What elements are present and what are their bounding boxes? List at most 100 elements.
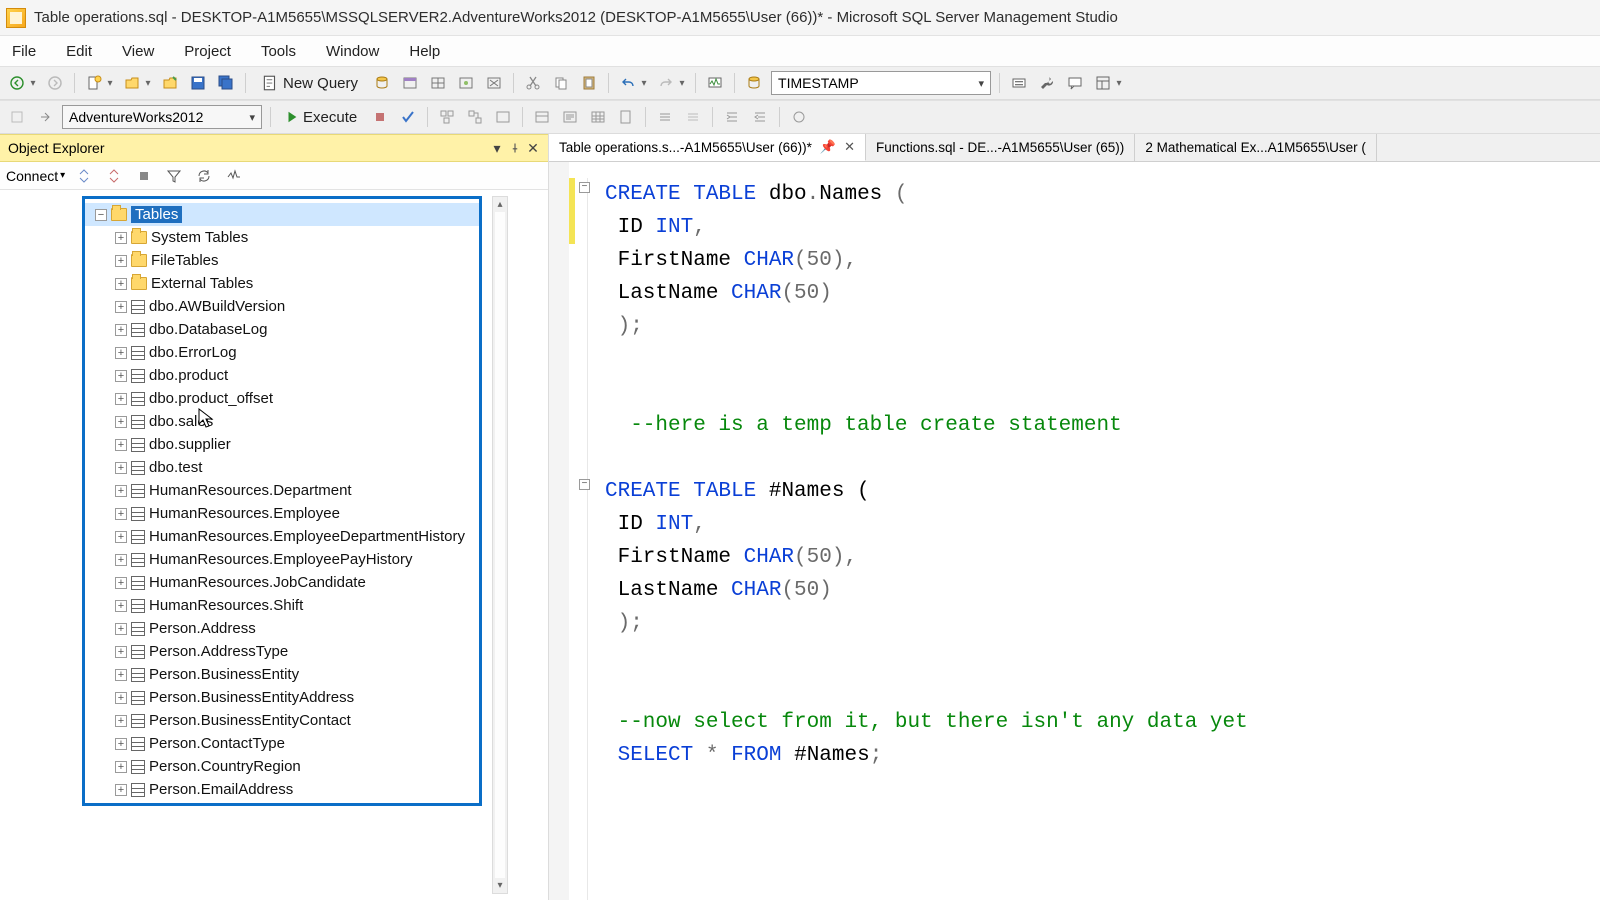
- tree-node-table[interactable]: +dbo.sales: [85, 410, 479, 433]
- save-all-button[interactable]: [215, 72, 237, 94]
- tree-node-table[interactable]: +dbo.product: [85, 364, 479, 387]
- copy-button[interactable]: [550, 72, 572, 94]
- expand-icon[interactable]: +: [115, 715, 127, 727]
- expand-icon[interactable]: +: [115, 370, 127, 382]
- tree-node-table[interactable]: +Person.BusinessEntityAddress: [85, 686, 479, 709]
- uncomment-button[interactable]: [682, 106, 704, 128]
- expand-icon[interactable]: +: [115, 347, 127, 359]
- tree-node-table[interactable]: +dbo.product_offset: [85, 387, 479, 410]
- fold-icon[interactable]: −: [579, 479, 590, 490]
- tab-table-operations[interactable]: Table operations.s...-A1M5655\User (66))…: [549, 134, 866, 161]
- include-plan-button[interactable]: [464, 106, 486, 128]
- open-file-button[interactable]: [159, 72, 181, 94]
- panel-menu-icon[interactable]: ▾: [490, 141, 504, 155]
- comments-button[interactable]: [1064, 72, 1086, 94]
- expand-icon[interactable]: +: [115, 324, 127, 336]
- scroll-thumb[interactable]: [495, 212, 505, 878]
- database-combo[interactable]: AdventureWorks2012 ▾: [62, 105, 262, 129]
- results-file-button[interactable]: [615, 106, 637, 128]
- expand-icon[interactable]: +: [115, 485, 127, 497]
- xmla-query-button[interactable]: [483, 72, 505, 94]
- tree-node-table[interactable]: +HumanResources.Employee: [85, 502, 479, 525]
- expand-icon[interactable]: +: [115, 669, 127, 681]
- expand-icon[interactable]: +: [115, 462, 127, 474]
- expand-icon[interactable]: +: [115, 278, 127, 290]
- cut-button[interactable]: [522, 72, 544, 94]
- expand-icon[interactable]: +: [115, 255, 127, 267]
- tree-node-folder[interactable]: +System Tables: [85, 226, 479, 249]
- parse-button[interactable]: [397, 106, 419, 128]
- registered-servers-button[interactable]: [1008, 72, 1030, 94]
- tree-node-table[interactable]: +HumanResources.JobCandidate: [85, 571, 479, 594]
- specify-values-button[interactable]: [788, 106, 810, 128]
- tree-node-table[interactable]: +Person.AddressType: [85, 640, 479, 663]
- tree-node-table[interactable]: +Person.ContactType: [85, 732, 479, 755]
- dmx-query-button[interactable]: [455, 72, 477, 94]
- tree-node-table[interactable]: +dbo.test: [85, 456, 479, 479]
- tree-node-table[interactable]: +dbo.ErrorLog: [85, 341, 479, 364]
- quick-launch-icon[interactable]: [743, 72, 765, 94]
- tools-button[interactable]: [1036, 72, 1058, 94]
- tree-node-table[interactable]: +Person.CountryRegion: [85, 755, 479, 778]
- tree-node-table[interactable]: +dbo.DatabaseLog: [85, 318, 479, 341]
- tree-node-folder[interactable]: +External Tables: [85, 272, 479, 295]
- expand-icon[interactable]: +: [115, 531, 127, 543]
- comment-button[interactable]: [654, 106, 676, 128]
- menu-help[interactable]: Help: [403, 40, 446, 63]
- expand-icon[interactable]: +: [115, 577, 127, 589]
- refresh-button[interactable]: [193, 165, 215, 187]
- expand-icon[interactable]: +: [115, 508, 127, 520]
- filter-button[interactable]: [163, 165, 185, 187]
- menu-project[interactable]: Project: [178, 40, 237, 63]
- stop-button[interactable]: [369, 106, 391, 128]
- property-combo[interactable]: TIMESTAMP ▾: [771, 71, 991, 95]
- activity-monitor-button[interactable]: [704, 72, 726, 94]
- activity-button[interactable]: [223, 165, 245, 187]
- tree-node-table[interactable]: +Person.BusinessEntity: [85, 663, 479, 686]
- expand-icon[interactable]: +: [115, 646, 127, 658]
- results-text-button[interactable]: [559, 106, 581, 128]
- disconnect-all-button[interactable]: [103, 165, 125, 187]
- paste-button[interactable]: [578, 72, 600, 94]
- nav-back-button[interactable]: [6, 72, 28, 94]
- collapse-icon[interactable]: −: [95, 209, 107, 221]
- pin-icon[interactable]: [508, 141, 522, 155]
- use-db-icon[interactable]: [6, 106, 28, 128]
- tree-node-table[interactable]: +HumanResources.EmployeePayHistory: [85, 548, 479, 571]
- code-editor[interactable]: − − CREATE TABLE dbo.Names ( ID INT, Fir…: [549, 162, 1600, 900]
- tree-node-table[interactable]: +Person.Password: [85, 801, 479, 806]
- expand-icon[interactable]: +: [115, 738, 127, 750]
- expand-icon[interactable]: +: [115, 554, 127, 566]
- tree-node-table[interactable]: +HumanResources.Department: [85, 479, 479, 502]
- close-icon[interactable]: ✕: [526, 141, 540, 155]
- expand-icon[interactable]: +: [115, 393, 127, 405]
- expand-icon[interactable]: +: [115, 600, 127, 612]
- expand-icon[interactable]: +: [115, 232, 127, 244]
- fold-icon[interactable]: −: [579, 182, 590, 193]
- tree-node-table[interactable]: +Person.BusinessEntityContact: [85, 709, 479, 732]
- tree-node-table[interactable]: +HumanResources.EmployeeDepartmentHistor…: [85, 525, 479, 548]
- display-plan-button[interactable]: [436, 106, 458, 128]
- undo-button[interactable]: [617, 72, 639, 94]
- outdent-button[interactable]: [749, 106, 771, 128]
- tree-node-folder[interactable]: +FileTables: [85, 249, 479, 272]
- save-button[interactable]: [187, 72, 209, 94]
- execute-button[interactable]: Execute: [279, 109, 363, 126]
- tree-scrollbar[interactable]: ▴ ▾: [492, 196, 508, 894]
- menu-file[interactable]: File: [6, 40, 42, 63]
- tree-node-table[interactable]: +Person.Address: [85, 617, 479, 640]
- mdx-query-button[interactable]: [427, 72, 449, 94]
- expand-icon[interactable]: +: [115, 301, 127, 313]
- db-engine-query-button[interactable]: [371, 72, 393, 94]
- open-button[interactable]: [121, 72, 143, 94]
- pin-icon[interactable]: 📌: [820, 139, 836, 155]
- client-stats-button[interactable]: [531, 106, 553, 128]
- tree-node-table[interactable]: +dbo.AWBuildVersion: [85, 295, 479, 318]
- window-layout-button[interactable]: [1092, 72, 1114, 94]
- tree-node-table[interactable]: +Person.EmailAddress: [85, 778, 479, 801]
- redo-button[interactable]: [655, 72, 677, 94]
- menu-window[interactable]: Window: [320, 40, 385, 63]
- live-stats-button[interactable]: [492, 106, 514, 128]
- nav-forward-button[interactable]: [44, 72, 66, 94]
- expand-icon[interactable]: +: [115, 416, 127, 428]
